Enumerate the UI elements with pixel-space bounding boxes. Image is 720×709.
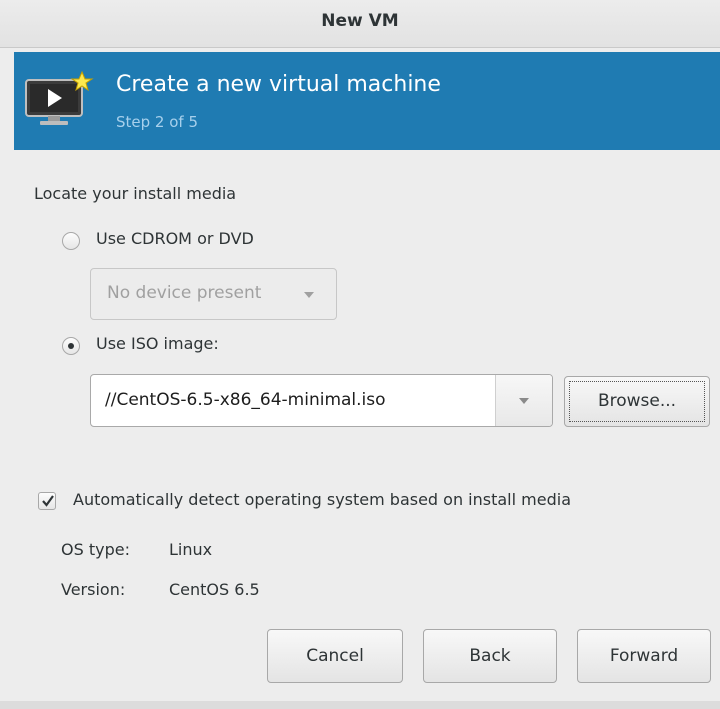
auto-detect-label[interactable]: Automatically detect operating system ba… (73, 490, 571, 509)
wizard-header: Create a new virtual machine Step 2 of 5 (14, 52, 720, 150)
back-button[interactable]: Back (423, 629, 557, 683)
new-vm-window: New VM Create a new virtual machine Step… (0, 0, 720, 709)
chevron-down-icon (304, 292, 314, 298)
iso-path-input[interactable]: //CentOS-6.5-x86_64-minimal.iso (105, 390, 386, 410)
cdrom-device-value: No device present (107, 283, 262, 303)
cdrom-radio-label[interactable]: Use CDROM or DVD (96, 229, 254, 248)
browse-button[interactable]: Browse... (564, 376, 710, 427)
os-type-value: Linux (169, 540, 213, 559)
wizard-title: Create a new virtual machine (116, 72, 441, 97)
version-value: CentOS 6.5 (169, 580, 260, 599)
chevron-down-icon (519, 398, 529, 404)
os-type-label: OS type: (61, 540, 130, 559)
cancel-button[interactable]: Cancel (267, 629, 403, 683)
checkmark-icon (42, 495, 54, 507)
window-titlebar[interactable]: New VM (0, 0, 720, 48)
iso-path-combo[interactable]: //CentOS-6.5-x86_64-minimal.iso (90, 374, 553, 427)
window-title: New VM (321, 11, 399, 31)
focus-ring (569, 381, 705, 422)
forward-button[interactable]: Forward (577, 629, 711, 683)
wizard-step-indicator: Step 2 of 5 (116, 113, 199, 131)
version-label: Version: (61, 580, 126, 599)
cdrom-device-select: No device present (90, 268, 337, 320)
window-bottom-border (0, 701, 720, 709)
radio-selected-dot (68, 343, 74, 349)
monitor-play-new-icon (25, 70, 94, 125)
iso-path-dropdown-button[interactable] (496, 375, 552, 426)
wizard-content: Locate your install media Use CDROM or D… (0, 150, 720, 709)
cdrom-radio[interactable] (62, 232, 80, 250)
iso-radio[interactable] (62, 337, 80, 355)
install-media-section-label: Locate your install media (34, 184, 237, 203)
auto-detect-checkbox[interactable] (38, 492, 56, 510)
iso-radio-label[interactable]: Use ISO image: (96, 334, 219, 353)
